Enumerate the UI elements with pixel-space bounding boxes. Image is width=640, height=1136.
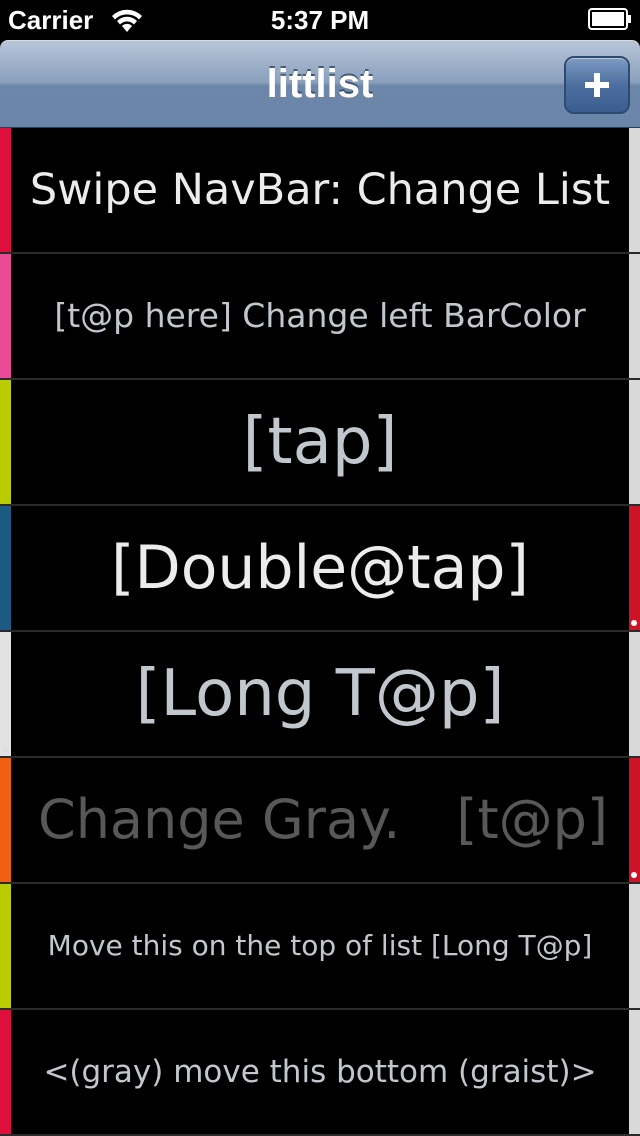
list-item[interactable]: Move this on the top of list [Long T@p]	[0, 884, 640, 1010]
navigation-bar[interactable]: littlist	[0, 40, 640, 128]
item-text: Move this on the top of list [Long T@p]	[47, 929, 593, 962]
nav-title: littlist	[266, 62, 374, 106]
list-item[interactable]: [tap]	[0, 380, 640, 506]
item-list[interactable]: Swipe NavBar: Change List [t@p here] Cha…	[0, 128, 640, 1136]
list-item[interactable]: <(gray) move this bottom (graist)>	[0, 1010, 640, 1136]
item-text-tap: [t@p]	[456, 788, 608, 851]
right-color-bar	[629, 1010, 640, 1134]
right-color-bar	[629, 632, 640, 756]
list-item[interactable]: Change Gray. [t@p]	[0, 758, 640, 884]
item-text: <(gray) move this bottom (graist)>	[43, 1054, 597, 1090]
indicator-dot	[3, 747, 8, 752]
item-text: [t@p here] Change left BarColor	[54, 296, 586, 335]
add-item-button[interactable]	[564, 56, 630, 114]
right-color-bar	[629, 254, 640, 378]
right-color-bar	[629, 884, 640, 1008]
list-item[interactable]: [Long T@p]	[0, 632, 640, 758]
right-color-bar	[629, 506, 640, 630]
list-item[interactable]: [t@p here] Change left BarColor	[0, 254, 640, 380]
indicator-dot	[631, 872, 637, 878]
left-color-bar[interactable]	[0, 632, 11, 756]
right-color-bar	[629, 380, 640, 504]
left-color-bar[interactable]	[0, 254, 11, 378]
item-text: [Long T@p]	[135, 657, 505, 731]
list-item[interactable]: [Double@tap]	[0, 506, 640, 632]
left-color-bar[interactable]	[0, 128, 11, 252]
plus-icon	[585, 73, 609, 97]
left-color-bar[interactable]	[0, 506, 11, 630]
status-time: 5:37 PM	[270, 5, 370, 35]
item-text: [Double@tap]	[111, 533, 529, 603]
right-color-bar	[629, 128, 640, 252]
left-color-bar[interactable]	[0, 758, 11, 882]
left-color-bar[interactable]	[0, 1010, 11, 1134]
left-color-bar[interactable]	[0, 380, 11, 504]
battery-full-icon	[588, 8, 631, 30]
left-color-bar[interactable]	[0, 884, 11, 1008]
indicator-dot	[631, 620, 637, 626]
status-bar: Carrier 5:37 PM	[0, 0, 640, 40]
item-text: Swipe NavBar: Change List	[29, 165, 611, 215]
item-text: Change Gray.	[38, 788, 401, 851]
list-item[interactable]: Swipe NavBar: Change List	[0, 128, 640, 254]
right-color-bar	[629, 758, 640, 882]
item-text: [tap]	[242, 405, 398, 479]
